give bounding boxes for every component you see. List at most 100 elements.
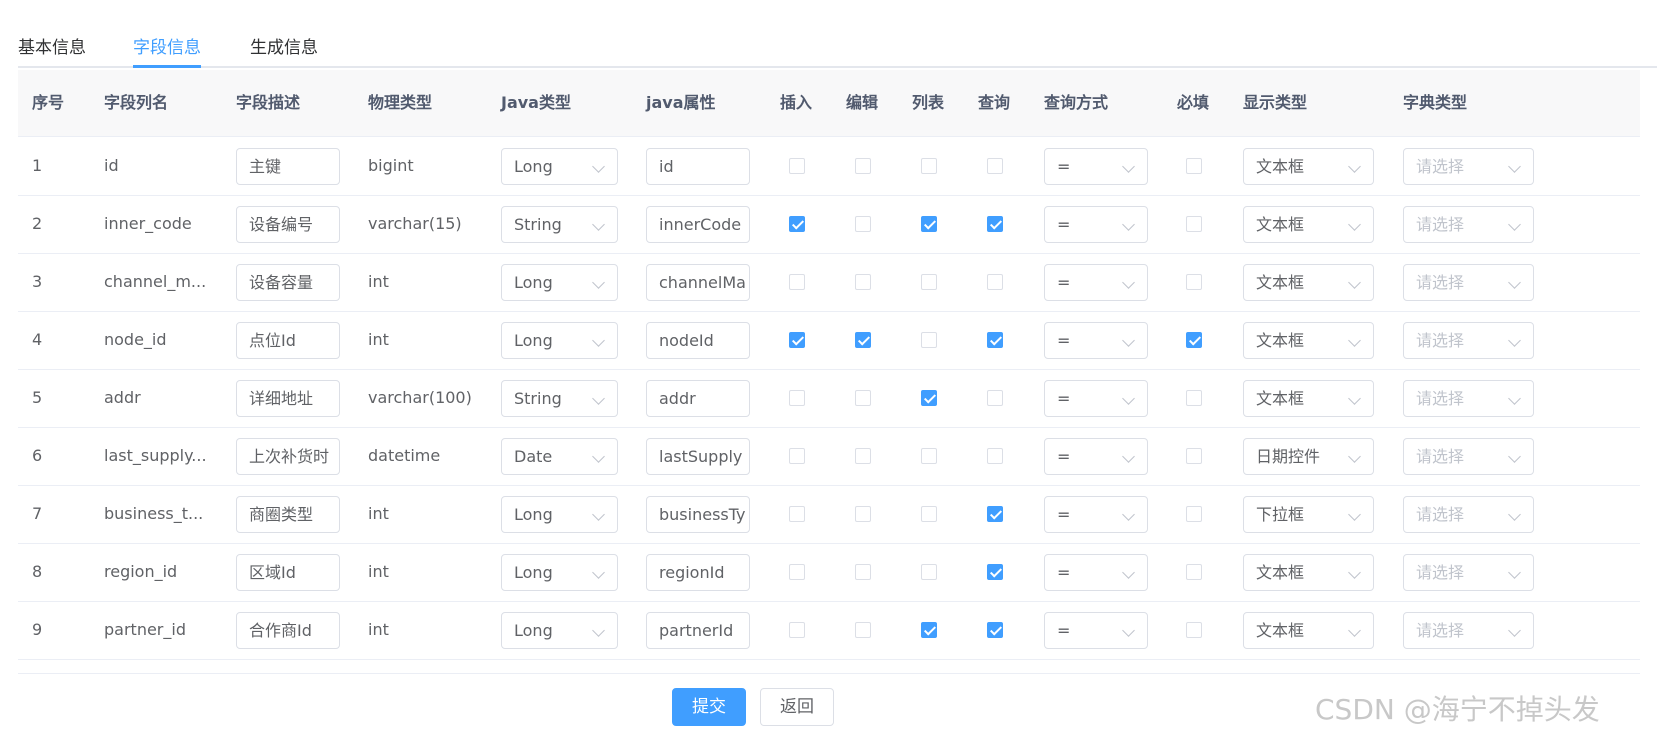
display-type-select[interactable]: 日期控件 <box>1243 437 1374 475</box>
java-field-input[interactable]: partnerId <box>646 611 750 649</box>
list-checkbox[interactable] <box>921 274 937 290</box>
field-description-input[interactable]: 详细地址 <box>236 379 340 417</box>
java-field-input[interactable]: lastSupply <box>646 437 750 475</box>
query-checkbox[interactable] <box>987 216 1003 232</box>
field-description-input[interactable]: 点位Id <box>236 321 340 359</box>
java-type-select[interactable]: Long <box>501 553 618 591</box>
java-type-select[interactable]: Date <box>501 437 618 475</box>
list-checkbox[interactable] <box>921 216 937 232</box>
edit-checkbox[interactable] <box>855 274 871 290</box>
field-description-input[interactable]: 商圈类型 <box>236 495 340 533</box>
tab-basic-info[interactable]: 基本信息 <box>18 33 86 58</box>
edit-checkbox[interactable] <box>855 332 871 348</box>
field-description-input[interactable]: 主键 <box>236 147 340 185</box>
java-field-input[interactable]: id <box>646 147 750 185</box>
query-checkbox[interactable] <box>987 274 1003 290</box>
required-checkbox[interactable] <box>1186 332 1202 348</box>
required-checkbox[interactable] <box>1186 216 1202 232</box>
dict-type-select[interactable]: 请选择 <box>1403 611 1534 649</box>
required-checkbox[interactable] <box>1186 622 1202 638</box>
query-checkbox[interactable] <box>987 448 1003 464</box>
display-type-select[interactable]: 文本框 <box>1243 263 1374 301</box>
query-type-select[interactable]: = <box>1044 205 1148 243</box>
tab-field-info[interactable]: 字段信息 <box>133 33 201 58</box>
list-checkbox[interactable] <box>921 332 937 348</box>
query-checkbox[interactable] <box>987 158 1003 174</box>
edit-checkbox[interactable] <box>855 622 871 638</box>
required-checkbox[interactable] <box>1186 506 1202 522</box>
java-type-select[interactable]: Long <box>501 321 618 359</box>
required-checkbox[interactable] <box>1186 158 1202 174</box>
list-checkbox[interactable] <box>921 390 937 406</box>
query-type-select[interactable]: = <box>1044 147 1148 185</box>
edit-checkbox[interactable] <box>855 158 871 174</box>
edit-checkbox[interactable] <box>855 448 871 464</box>
query-checkbox[interactable] <box>987 564 1003 580</box>
query-type-select[interactable]: = <box>1044 321 1148 359</box>
query-checkbox[interactable] <box>987 390 1003 406</box>
java-field-input[interactable]: addr <box>646 379 750 417</box>
required-checkbox[interactable] <box>1186 274 1202 290</box>
edit-checkbox[interactable] <box>855 564 871 580</box>
display-type-select[interactable]: 下拉框 <box>1243 495 1374 533</box>
query-type-select[interactable]: = <box>1044 553 1148 591</box>
java-field-input[interactable]: nodeId <box>646 321 750 359</box>
query-type-select[interactable]: = <box>1044 611 1148 649</box>
insert-checkbox[interactable] <box>789 506 805 522</box>
dict-type-select[interactable]: 请选择 <box>1403 205 1534 243</box>
query-type-select[interactable]: = <box>1044 263 1148 301</box>
java-field-input[interactable]: innerCode <box>646 205 750 243</box>
field-description-input[interactable]: 合作商Id <box>236 611 340 649</box>
query-checkbox[interactable] <box>987 622 1003 638</box>
list-checkbox[interactable] <box>921 158 937 174</box>
display-type-select[interactable]: 文本框 <box>1243 147 1374 185</box>
submit-button[interactable]: 提交 <box>672 688 746 726</box>
edit-checkbox[interactable] <box>855 390 871 406</box>
required-checkbox[interactable] <box>1186 390 1202 406</box>
insert-checkbox[interactable] <box>789 216 805 232</box>
list-checkbox[interactable] <box>921 622 937 638</box>
java-type-select[interactable]: Long <box>501 611 618 649</box>
list-checkbox[interactable] <box>921 506 937 522</box>
java-field-input[interactable]: regionId <box>646 553 750 591</box>
display-type-select[interactable]: 文本框 <box>1243 205 1374 243</box>
query-type-select[interactable]: = <box>1044 379 1148 417</box>
field-description-input[interactable]: 区域Id <box>236 553 340 591</box>
java-type-select[interactable]: Long <box>501 495 618 533</box>
query-type-select[interactable]: = <box>1044 437 1148 475</box>
insert-checkbox[interactable] <box>789 158 805 174</box>
required-checkbox[interactable] <box>1186 448 1202 464</box>
dict-type-select[interactable]: 请选择 <box>1403 495 1534 533</box>
display-type-select[interactable]: 文本框 <box>1243 379 1374 417</box>
list-checkbox[interactable] <box>921 448 937 464</box>
java-type-select[interactable]: String <box>501 379 618 417</box>
dict-type-select[interactable]: 请选择 <box>1403 147 1534 185</box>
tab-generate-info[interactable]: 生成信息 <box>250 33 318 58</box>
insert-checkbox[interactable] <box>789 390 805 406</box>
query-checkbox[interactable] <box>987 332 1003 348</box>
edit-checkbox[interactable] <box>855 506 871 522</box>
edit-checkbox[interactable] <box>855 216 871 232</box>
java-field-input[interactable]: businessTy <box>646 495 750 533</box>
list-checkbox[interactable] <box>921 564 937 580</box>
insert-checkbox[interactable] <box>789 564 805 580</box>
insert-checkbox[interactable] <box>789 332 805 348</box>
display-type-select[interactable]: 文本框 <box>1243 321 1374 359</box>
display-type-select[interactable]: 文本框 <box>1243 553 1374 591</box>
field-description-input[interactable]: 上次补货时 <box>236 437 340 475</box>
query-checkbox[interactable] <box>987 506 1003 522</box>
field-description-input[interactable]: 设备编号 <box>236 205 340 243</box>
insert-checkbox[interactable] <box>789 274 805 290</box>
required-checkbox[interactable] <box>1186 564 1202 580</box>
dict-type-select[interactable]: 请选择 <box>1403 321 1534 359</box>
query-type-select[interactable]: = <box>1044 495 1148 533</box>
display-type-select[interactable]: 文本框 <box>1243 611 1374 649</box>
dict-type-select[interactable]: 请选择 <box>1403 263 1534 301</box>
java-type-select[interactable]: String <box>501 205 618 243</box>
field-description-input[interactable]: 设备容量 <box>236 263 340 301</box>
java-type-select[interactable]: Long <box>501 263 618 301</box>
java-type-select[interactable]: Long <box>501 147 618 185</box>
back-button[interactable]: 返回 <box>760 688 834 726</box>
insert-checkbox[interactable] <box>789 448 805 464</box>
dict-type-select[interactable]: 请选择 <box>1403 553 1534 591</box>
